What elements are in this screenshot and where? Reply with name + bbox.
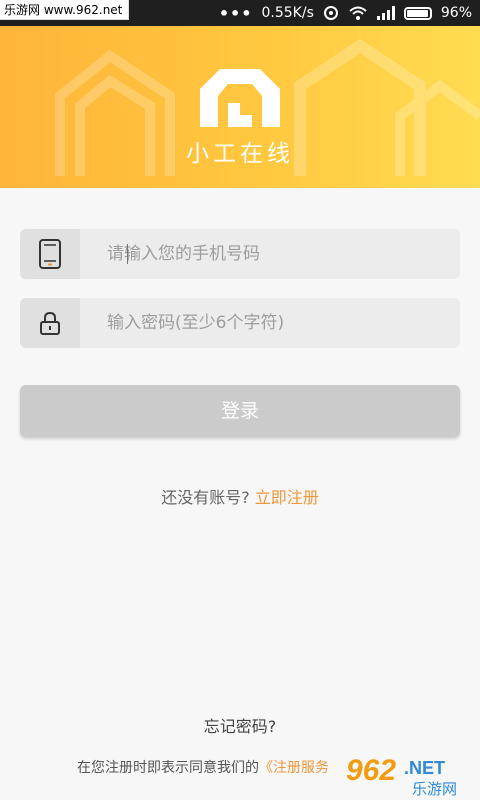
phone-field[interactable] <box>20 229 460 279</box>
phone-input[interactable] <box>80 229 460 279</box>
terms-link[interactable]: 《注册服务 <box>259 760 329 776</box>
watermark-net: .NET <box>404 758 445 778</box>
watermark-cn: 乐游网 <box>412 780 457 798</box>
phone-icon <box>39 239 61 269</box>
wifi-icon <box>348 5 368 21</box>
site-watermark-logo: 962 .NET 乐游网 <box>340 748 480 800</box>
register-link[interactable]: 立即注册 <box>255 488 319 507</box>
battery-fill <box>406 9 428 17</box>
battery-icon <box>403 6 432 20</box>
signal-icon <box>376 6 395 20</box>
lock-icon <box>40 311 60 335</box>
text-cursor <box>127 244 128 264</box>
house-logo-icon <box>200 69 280 127</box>
password-field[interactable] <box>20 298 460 348</box>
login-button[interactable]: 登录 <box>20 385 460 437</box>
register-prompt-line: 还没有账号? 立即注册 <box>0 484 480 508</box>
network-speed: 0.55K/s <box>261 5 314 21</box>
notification-dots: ••• <box>218 3 253 23</box>
watermark-number: 962 <box>346 754 396 787</box>
lock-icon-box <box>20 298 80 348</box>
terms-notice: 在您注册时即表示同意我们的《注册服务 <box>77 757 329 777</box>
register-prompt: 还没有账号? <box>161 488 250 507</box>
header-banner: 小工在线 <box>0 26 480 188</box>
app-title: 小工在线 <box>186 141 294 167</box>
watermark-label: 乐游网 www.962.net <box>0 0 130 20</box>
phone-icon-box <box>20 229 80 279</box>
password-input[interactable] <box>80 298 460 348</box>
sync-icon <box>323 5 339 21</box>
forgot-password-link[interactable]: 忘记密码? <box>0 713 480 737</box>
terms-prefix: 在您注册时即表示同意我们的 <box>77 760 259 776</box>
battery-percent: 96% <box>440 5 472 21</box>
